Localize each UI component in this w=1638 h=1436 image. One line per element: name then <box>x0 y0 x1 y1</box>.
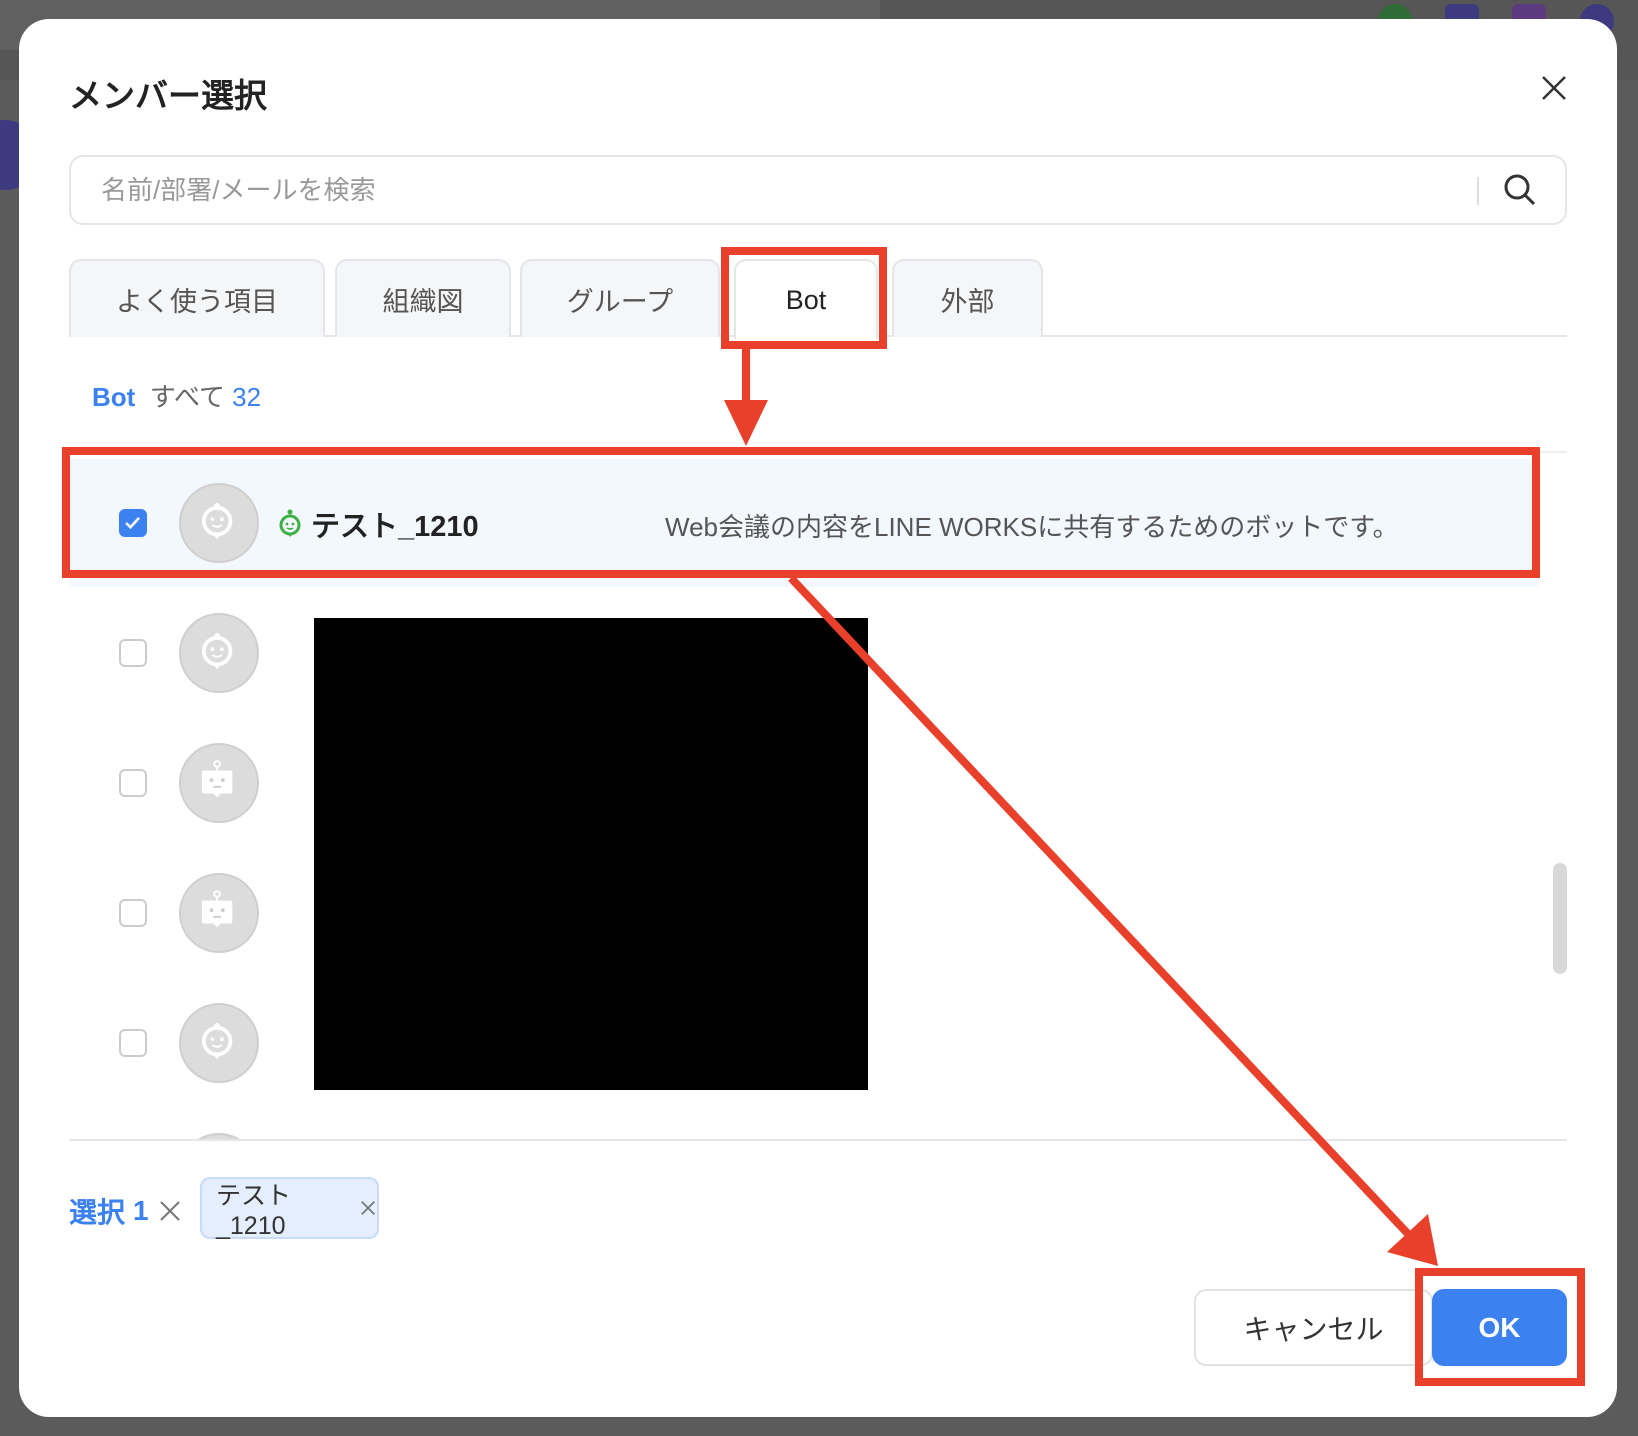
selection-summary: 選択 1 <box>69 1191 183 1231</box>
close-icon[interactable] <box>1537 71 1571 105</box>
redacted-area <box>314 618 868 1090</box>
bot-avatar <box>179 1133 259 1139</box>
smile-bot-icon <box>179 1003 259 1083</box>
clear-selection-icon[interactable] <box>157 1198 183 1224</box>
all-label: すべて <box>149 382 225 412</box>
tab-bot[interactable]: Bot <box>734 259 878 339</box>
check-icon <box>125 516 140 530</box>
list-item[interactable] <box>69 1109 1539 1139</box>
scrollbar[interactable] <box>1553 863 1567 974</box>
tab-bar: よく使う項目 組織図 グループ Bot 外部 <box>69 259 1567 339</box>
chip-label: テスト_1210 <box>216 1181 292 1240</box>
selection-count: 1 <box>133 1195 149 1226</box>
divider <box>1477 177 1479 205</box>
checkbox[interactable] <box>119 769 147 797</box>
smile-bot-icon <box>179 483 259 563</box>
tab-favorites[interactable]: よく使う項目 <box>69 259 325 337</box>
list-item[interactable]: テスト_1210 Web会議の内容をLINE WORKSに共有するためのボットで… <box>69 459 1539 587</box>
robot-icon <box>179 743 259 823</box>
search-box <box>69 155 1567 225</box>
ok-button[interactable]: OK <box>1432 1289 1567 1366</box>
selection-label: 選択 <box>69 1197 126 1228</box>
checkbox[interactable] <box>119 1029 147 1057</box>
dialog-title: メンバー選択 <box>69 77 267 114</box>
robot-icon <box>179 873 259 953</box>
tab-org-chart[interactable]: 組織図 <box>335 259 511 337</box>
checkbox[interactable] <box>119 899 147 927</box>
bot-name-text: テスト_1210 <box>311 511 479 543</box>
category-label: Bot <box>92 382 136 412</box>
checkbox[interactable] <box>119 509 147 537</box>
list-count: Bot すべて 32 <box>92 377 261 414</box>
remove-chip-icon[interactable] <box>359 1198 377 1218</box>
bot-name: テスト_1210 <box>277 503 479 545</box>
tab-groups[interactable]: グループ <box>520 259 720 337</box>
count-value: 32 <box>232 382 262 412</box>
smile-bot-icon <box>179 613 259 693</box>
selected-chip: テスト_1210 <box>200 1177 379 1240</box>
member-select-dialog: メンバー選択 よく使う項目 組織図 グループ Bot 外部 Bot すべて 32… <box>19 19 1617 1417</box>
bot-status-icon <box>279 509 301 537</box>
search-input[interactable] <box>101 157 1451 223</box>
search-icon[interactable] <box>1501 171 1539 209</box>
cancel-button[interactable]: キャンセル <box>1194 1289 1433 1366</box>
tab-external[interactable]: 外部 <box>892 259 1043 337</box>
bot-description: Web会議の内容をLINE WORKSに共有するためのボットです。 <box>665 512 1399 542</box>
checkbox[interactable] <box>119 639 147 667</box>
bot-list: テスト_1210 Web会議の内容をLINE WORKSに共有するためのボットで… <box>69 451 1567 1141</box>
